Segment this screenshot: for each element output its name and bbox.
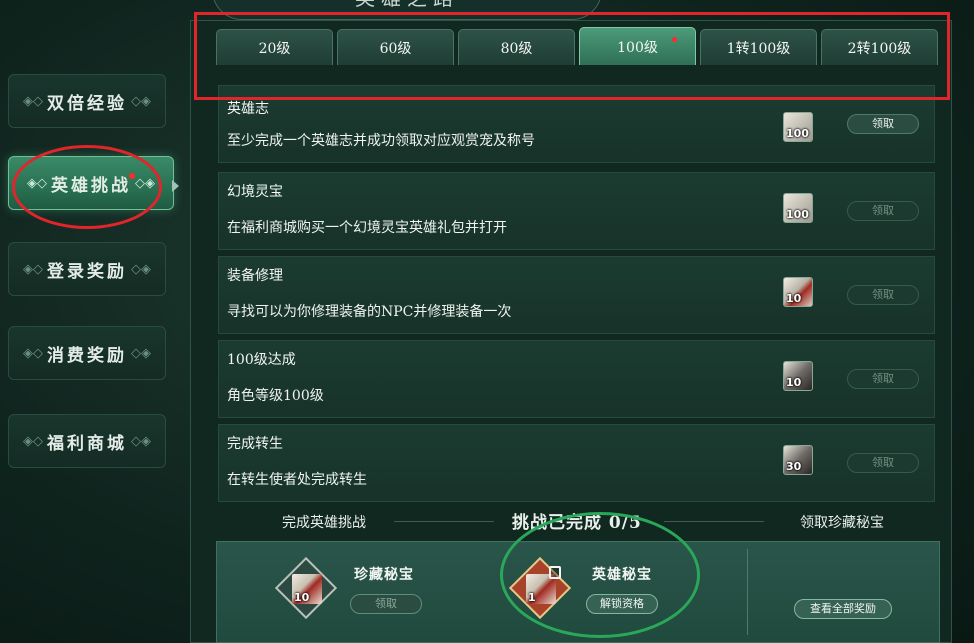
treasure-chest-icon[interactable]: 10 <box>292 574 322 604</box>
sidebar-item-double-exp[interactable]: ◈◇ 双倍经验 ◇◈ <box>8 74 166 128</box>
task-description: 寻找可以为你修理装备的NPC并修理装备一次 <box>227 304 512 320</box>
ornament-icon: ◈◇ <box>23 93 43 109</box>
sidebar-item-label: 福利商城 <box>47 433 127 454</box>
sidebar-item-label: 双倍经验 <box>47 93 127 114</box>
sidebar-item-label: 消费奖励 <box>47 345 127 366</box>
ornament-icon: ◇◈ <box>131 93 151 109</box>
silver-coin-icon[interactable]: 100 <box>783 193 813 223</box>
chevron-right-icon <box>172 180 179 192</box>
view-all-rewards-button[interactable]: 查看全部奖励 <box>794 599 892 619</box>
sidebar-item-label: 登录奖励 <box>47 261 127 282</box>
horn-icon[interactable]: 30 <box>783 445 813 475</box>
claim-button[interactable]: 领取 <box>847 285 919 305</box>
task-title: 100级达成 <box>227 352 296 368</box>
divider <box>747 549 748 635</box>
claim-treasure-label: 领取珍藏秘宝 <box>800 515 884 531</box>
reward-name: 珍藏秘宝 <box>354 567 414 583</box>
sidebar-item-login-reward[interactable]: ◈◇ 登录奖励 ◇◈ <box>8 242 166 296</box>
ornament-icon: ◈◇ <box>23 345 43 361</box>
task-description: 在福利商城购买一个幻境灵宝英雄礼包并打开 <box>227 220 507 236</box>
task-row-level-100: 100级达成 角色等级100级 10 领取 <box>218 340 935 418</box>
complete-challenge-label: 完成英雄挑战 <box>282 515 366 531</box>
ornament-divider <box>394 521 494 522</box>
claim-button[interactable]: 领取 <box>847 453 919 473</box>
task-row-rebirth: 完成转生 在转生使者处完成转生 30 领取 <box>218 424 935 502</box>
task-description: 角色等级100级 <box>227 388 324 404</box>
task-row-illusion-treasure: 幻境灵宝 在福利商城购买一个幻境灵宝英雄礼包并打开 100 领取 <box>218 172 935 250</box>
task-row-equipment-repair: 装备修理 寻找可以为你修理装备的NPC并修理装备一次 10 领取 <box>218 256 935 334</box>
reward-count: 10 <box>294 591 310 604</box>
ornament-icon: ◇◈ <box>131 345 151 361</box>
task-title: 完成转生 <box>227 436 283 452</box>
sidebar-item-welfare-shop[interactable]: ◈◇ 福利商城 ◇◈ <box>8 414 166 468</box>
claim-treasure-button[interactable]: 领取 <box>350 594 422 614</box>
annotation-highlight-ellipse <box>12 145 162 229</box>
claim-button[interactable]: 领取 <box>847 114 919 134</box>
reward-count: 100 <box>786 127 809 140</box>
ornament-icon: ◈◇ <box>23 433 43 449</box>
claim-button[interactable]: 领取 <box>847 201 919 221</box>
annotation-highlight-rect <box>194 12 950 100</box>
task-description: 在转生使者处完成转生 <box>227 472 367 488</box>
reward-count: 10 <box>786 292 802 305</box>
claim-button[interactable]: 领取 <box>847 369 919 389</box>
red-scroll-icon[interactable]: 10 <box>783 277 813 307</box>
task-title: 幻境灵宝 <box>227 184 283 200</box>
ornament-icon: ◇◈ <box>131 261 151 277</box>
task-title: 装备修理 <box>227 268 283 284</box>
annotation-highlight-ellipse <box>500 512 700 638</box>
sidebar: ◈◇ 双倍经验 ◇◈ ◈◇ 英雄挑战 ◇◈ ◈◇ 登录奖励 ◇◈ ◈◇ 消费奖励… <box>8 70 178 530</box>
reward-count: 30 <box>786 460 802 473</box>
task-description: 至少完成一个英雄志并成功领取对应观赏宠及称号 <box>227 133 535 149</box>
reward-count: 100 <box>786 208 809 221</box>
ornament-divider <box>664 521 764 522</box>
reward-count: 10 <box>786 376 802 389</box>
ornament-icon: ◈◇ <box>23 261 43 277</box>
axe-icon[interactable]: 10 <box>783 361 813 391</box>
task-title: 英雄志 <box>227 101 269 117</box>
ornament-icon: ◇◈ <box>131 433 151 449</box>
silver-coin-icon[interactable]: 100 <box>783 112 813 142</box>
sidebar-item-spend-reward[interactable]: ◈◇ 消费奖励 ◇◈ <box>8 326 166 380</box>
